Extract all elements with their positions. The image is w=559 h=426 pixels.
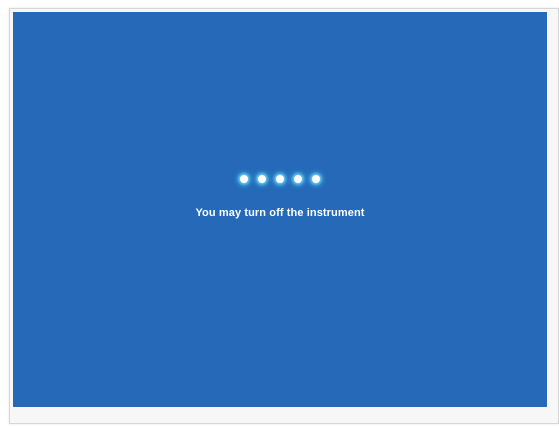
progress-dots xyxy=(13,175,547,183)
shutdown-screen: You may turn off the instrument xyxy=(13,12,547,407)
progress-dot-icon xyxy=(258,175,266,183)
shutdown-message: You may turn off the instrument xyxy=(195,207,365,219)
progress-dot-icon xyxy=(240,175,248,183)
progress-dot-icon xyxy=(312,175,320,183)
progress-dot-icon xyxy=(276,175,284,183)
progress-dot-icon xyxy=(294,175,302,183)
